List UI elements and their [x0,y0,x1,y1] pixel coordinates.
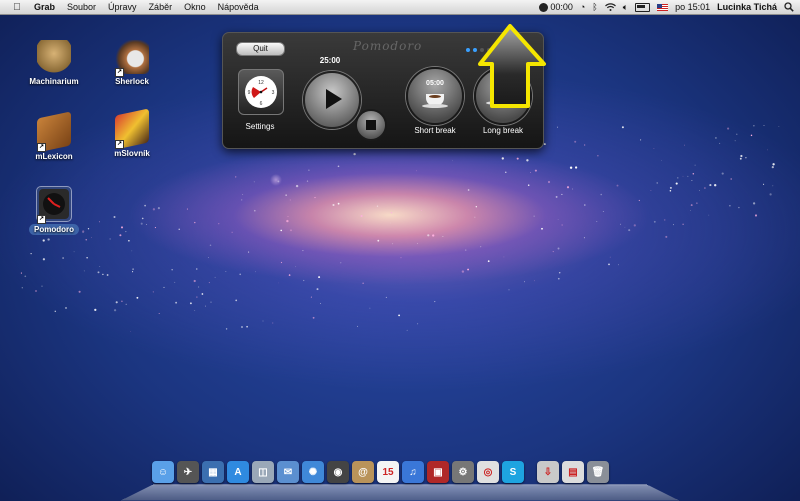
highlight-arrow-icon [478,24,546,108]
desktop-icon-machinarium[interactable]: Machinarium [19,40,89,86]
desktop-icon-label: Sherlock [115,77,149,86]
dock-documents-icon[interactable]: ▤ [562,461,584,483]
wifi-icon[interactable] [604,3,616,11]
alias-arrow-icon: ↗ [37,215,46,224]
dock: ☺ ✈ ▦ A ◫ ✉ ✺ ◉ @15 ♫ ▣ ⚙ ◎ S ⇩ ▤ 🗑 [120,461,680,501]
desktop-icon-mlexicon[interactable]: ↗ mLexicon [19,111,89,161]
dock-mail-icon[interactable]: ✉ [277,461,299,483]
clock-number: 12 [258,80,264,86]
alias-arrow-icon: ↗ [37,143,46,152]
dock-safari-icon[interactable]: ✺ [302,461,324,483]
play-button[interactable] [303,71,361,129]
dock-downloads-icon[interactable]: ⇩ [537,461,559,483]
dock-facetime-icon[interactable]: ◉ [327,461,349,483]
machinarium-icon [37,40,71,74]
settings-button[interactable]: 12 3 6 9 [238,69,284,115]
volume-icon[interactable]: 🔈︎ [623,2,628,13]
spotlight-icon[interactable] [784,2,794,12]
timer-icon [539,2,549,12]
dock-calendar-icon[interactable]: 15 [377,461,399,483]
dock-launchpad-icon[interactable]: ✈ [177,461,199,483]
menu-zaber[interactable]: Záběr [149,2,173,12]
clock-number: 3 [272,90,275,96]
menu-soubor[interactable]: Soubor [67,2,96,12]
pomodoro-menu-timer[interactable]: 00:00 [539,2,573,12]
long-break-label: Long break [482,126,524,135]
dock-photo-booth-icon[interactable]: ▣ [427,461,449,483]
stop-button[interactable] [355,109,387,141]
coffee-cup-icon [422,94,448,108]
menu-bar:  Grab Soubor Úpravy Záběr Okno Nápověda… [0,0,800,15]
menu-app-name[interactable]: Grab [34,2,55,12]
dock-shelf [120,484,680,501]
alias-arrow-icon: ↗ [115,140,124,149]
session-dot [466,48,470,52]
battery-icon[interactable] [635,2,651,12]
menu-upravy[interactable]: Úpravy [108,2,137,12]
dock-app-store-icon[interactable]: A [227,461,249,483]
menu-user[interactable]: Lucinka Tichá [717,2,777,12]
desktop-icon-label: mSlovník [114,149,150,158]
desktop-icon-label: Pomodoro [29,224,79,235]
input-flag-icon[interactable] [657,3,669,11]
dock-system-preferences-icon[interactable]: ⚙ [452,461,474,483]
apple-menu-icon[interactable]:  [10,2,24,13]
desktop-icon-label: Machinarium [29,77,79,86]
desktop-icon-pomodoro[interactable]: ↗ Pomodoro [19,186,89,235]
menu-extras: 00:00 ◔ ᛒ 🔈︎ po 15:01 Lucinka Tichá [539,0,794,14]
desktop-icon-mslovnik[interactable]: ↗ mSlovník [97,108,167,158]
menu-napoveda[interactable]: Nápověda [218,2,259,12]
clock-number: 9 [248,90,251,96]
window-title: Pomodoro [353,39,423,53]
short-break-button[interactable]: 05:00 [406,67,464,125]
dock-icons: ☺ ✈ ▦ A ◫ ✉ ✺ ◉ @15 ♫ ▣ ⚙ ◎ S ⇩ ▤ 🗑 [152,461,609,483]
alias-arrow-icon: ↗ [115,68,124,77]
short-break-time: 05:00 [426,80,444,87]
desktop-icon-sherlock[interactable]: ↗ Sherlock [97,40,167,86]
dock-trash-icon[interactable]: 🗑 [587,461,609,483]
dock-preview-icon[interactable]: ◫ [252,461,274,483]
dock-chrome-icon[interactable]: ◎ [477,461,499,483]
clock-icon: 12 3 6 9 [245,76,277,108]
timer-readout: 00:00 [550,2,573,12]
quit-button[interactable]: Quit [236,42,285,56]
main-timer: 25:00 [319,56,341,65]
dock-address-book-icon[interactable]: @ [352,461,374,483]
time-machine-icon[interactable]: ◔ [580,2,585,12]
bluetooth-icon[interactable]: ᛒ [592,2,597,12]
clock-number: 6 [260,101,263,107]
dock-skype-icon[interactable]: S [502,461,524,483]
dock-mission-control-icon[interactable]: ▦ [202,461,224,483]
dock-finder-icon[interactable]: ☺ [152,461,174,483]
menu-clock[interactable]: po 15:01 [675,2,710,12]
short-break-label: Short break [414,126,456,135]
menu-okno[interactable]: Okno [184,2,206,12]
settings-label: Settings [245,122,275,131]
dock-itunes-icon[interactable]: ♫ [402,461,424,483]
desktop-icon-label: mLexicon [35,152,73,161]
